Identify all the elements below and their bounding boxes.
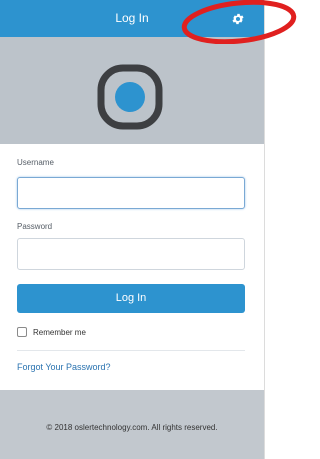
username-label: Username [17,158,54,167]
copyright-text: © 2018 oslertechnology.com. All rights r… [46,423,218,432]
password-field[interactable] [17,238,245,270]
divider [17,350,245,351]
page-title: Log In [115,11,149,25]
login-screen: Log In Username Password Log In Remember… [0,0,265,459]
top-bar: Log In [0,0,264,37]
app-logo-icon [97,64,163,130]
password-label: Password [17,222,53,231]
remember-me-label: Remember me [33,327,86,337]
footer: © 2018 oslertechnology.com. All rights r… [0,390,264,459]
forgot-password-link[interactable]: Forgot Your Password? [17,362,111,372]
login-button[interactable]: Log In [17,284,245,313]
remember-me-checkbox[interactable] [17,327,27,337]
remember-me-row[interactable]: Remember me [17,326,86,338]
gear-icon[interactable] [231,12,245,26]
username-field[interactable] [17,177,245,209]
